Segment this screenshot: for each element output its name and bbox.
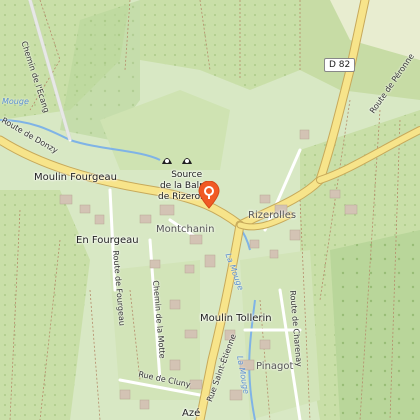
place-label-pinagot: Pinagot <box>256 361 294 372</box>
road-shield-d82: D 82 <box>324 58 356 72</box>
place-label-en-fourgeau: En Fourgeau <box>76 235 139 246</box>
map-canvas[interactable]: D 82 Route de Donzy Route de Péronne Che… <box>0 0 420 420</box>
poi-cave-icon <box>160 152 200 166</box>
location-marker-icon[interactable] <box>198 181 220 209</box>
map-base-layer <box>0 0 420 420</box>
place-label-moulin-fourgeau: Moulin Fourgeau <box>34 172 117 183</box>
place-label-rizerolles: Rizerolles <box>248 210 297 221</box>
place-label-montchanin: Montchanin <box>156 224 215 235</box>
place-label-moulin-tollerin: Moulin Tollerin <box>200 313 272 324</box>
water-label-mouge-left: Mouge <box>2 97 29 106</box>
place-label-aze: Azé <box>182 408 201 419</box>
